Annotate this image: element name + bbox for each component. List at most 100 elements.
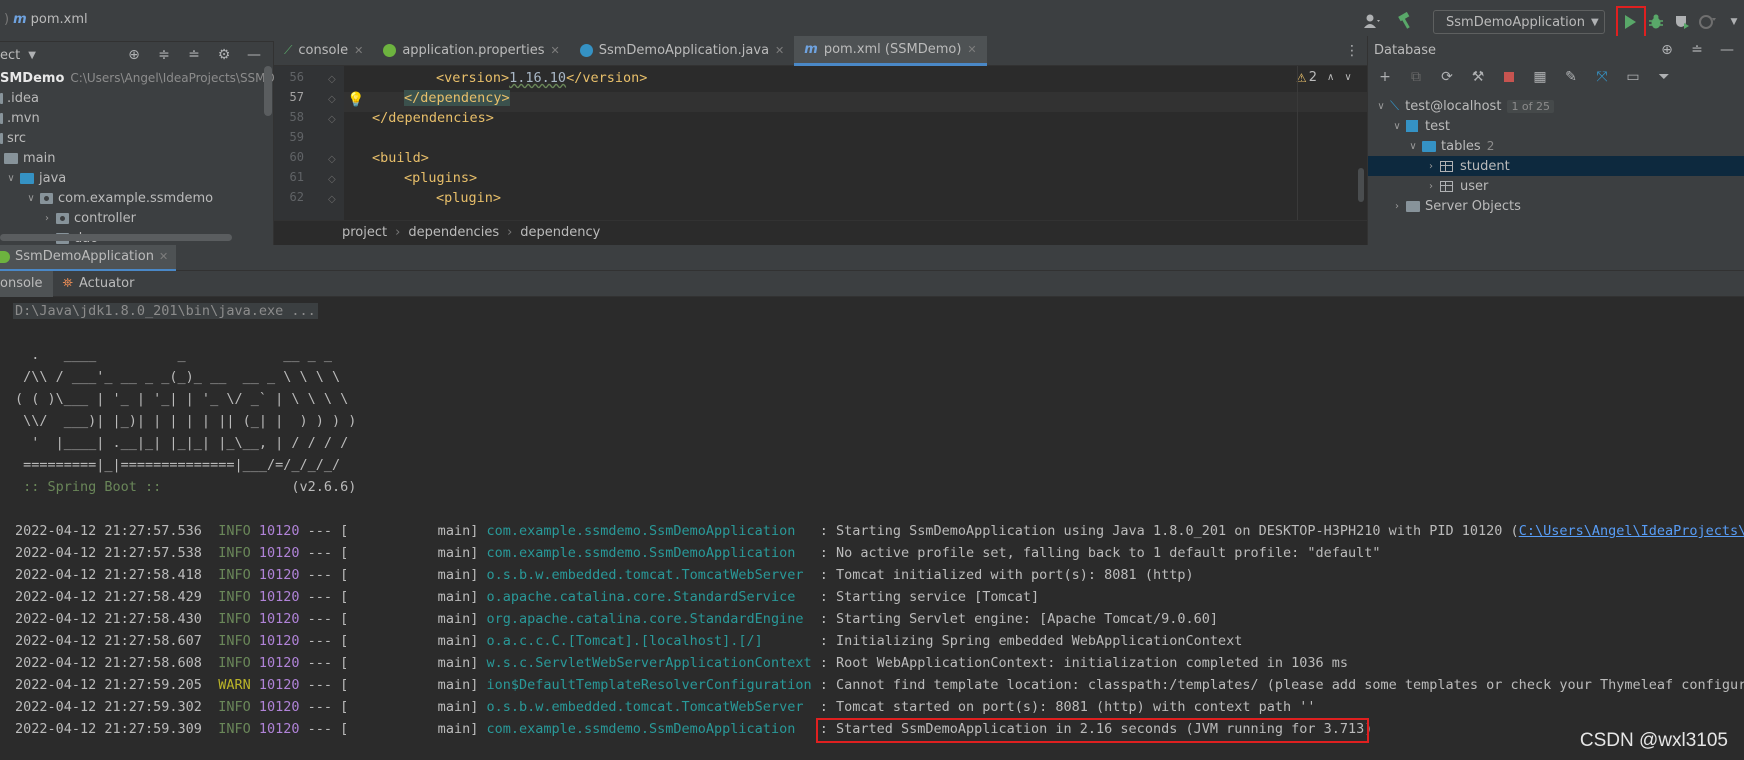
collapse-icon[interactable]: ≐ [1688, 41, 1706, 59]
minimize-icon[interactable]: — [245, 46, 263, 64]
close-icon[interactable]: ✕ [775, 44, 784, 57]
db-schema[interactable]: ∨ test [1368, 116, 1744, 136]
build-hammer-icon[interactable] [1396, 12, 1414, 30]
fold-icon[interactable]: ◇ [328, 150, 336, 170]
filter-icon[interactable]: ⏷ [1655, 68, 1673, 86]
fold-icon[interactable]: ◇ [328, 170, 336, 190]
chevron-up-icon[interactable]: ∧ [1327, 72, 1334, 83]
nav-breadcrumb[interactable]: ) m pom.xml [4, 12, 88, 27]
tab-console[interactable]: ⟋ console ✕ [274, 36, 373, 66]
db-table-student[interactable]: › student [1368, 156, 1744, 176]
fold-icon[interactable]: ◇ [328, 90, 336, 110]
add-icon[interactable]: + [1376, 68, 1394, 86]
chevron-down-icon[interactable]: ∨ [1406, 141, 1420, 152]
close-icon[interactable]: ✕ [354, 44, 363, 57]
tree-item-package[interactable]: ∨ com.example.ssmdemo [0, 188, 273, 208]
tab-console-output[interactable]: onsole [0, 270, 53, 297]
shield-icon [1676, 16, 1689, 29]
source-folder-icon [20, 172, 34, 184]
chevron-right-icon[interactable]: › [1424, 161, 1438, 172]
tree-item-label: controller [74, 210, 137, 226]
tree-item-idea[interactable]: .idea [0, 88, 273, 108]
properties-icon[interactable]: ⚒ [1469, 68, 1487, 86]
refresh-icon[interactable]: ⟳ [1438, 68, 1456, 86]
tab-actuator[interactable]: ⛯ Actuator [53, 271, 145, 297]
fold-icon[interactable]: ◇ [328, 190, 336, 210]
breadcrumb-dependency[interactable]: dependency [520, 225, 600, 240]
chevron-down-icon[interactable]: ∨ [24, 193, 38, 204]
breadcrumb-dependencies[interactable]: dependencies [408, 225, 499, 240]
run-button-highlight [1616, 6, 1646, 40]
coverage-button[interactable] [1673, 13, 1691, 31]
tree-item-mvn[interactable]: .mvn [0, 108, 273, 128]
close-icon[interactable]: ✕ [551, 44, 560, 57]
maven-file-icon: m [804, 41, 818, 57]
editor-scrollbar[interactable] [1358, 168, 1364, 202]
profile-button[interactable] [1699, 13, 1717, 31]
log-link[interactable]: C:\Users\Angel\IdeaProjects\SSM [1519, 523, 1744, 539]
tab-run-ssmdemoapplication[interactable]: SsmDemoApplication ✕ [0, 244, 177, 271]
fold-icon[interactable]: ◇ [328, 70, 336, 90]
banner-line: . ____ _ __ _ _ [15, 347, 332, 363]
project-scrollbar[interactable] [264, 66, 272, 116]
project-h-scrollbar[interactable] [0, 234, 232, 241]
maven-file-icon: m [13, 12, 27, 27]
close-icon[interactable]: ✕ [967, 43, 976, 56]
project-view-label[interactable]: ect [0, 48, 20, 63]
debug-button[interactable] [1647, 13, 1665, 31]
globe-icon[interactable]: ⊕ [1658, 41, 1676, 59]
chevron-down-icon[interactable]: ∨ [1374, 101, 1388, 112]
edit-icon[interactable]: ✎ [1562, 68, 1580, 86]
line-number: 58 [289, 110, 304, 124]
jump-to-icon[interactable]: ⤧ [1593, 68, 1611, 86]
console-icon[interactable]: ▭ [1624, 68, 1642, 86]
inspection-widget[interactable]: ⚠ 2 ∧ ∨ [1296, 70, 1352, 85]
db-connection[interactable]: ∨ ⟍ test@localhost 1 of 25 [1368, 96, 1744, 116]
tab-pom-xml[interactable]: m pom.xml (SSMDemo) ✕ [794, 35, 987, 66]
run-configuration-select[interactable]: SsmDemoApplication ▼ [1433, 10, 1605, 34]
chevron-down-icon[interactable]: ∨ [1390, 121, 1404, 132]
db-table-user[interactable]: › user [1368, 176, 1744, 196]
tab-ssmdemoapplication-java[interactable]: SsmDemoApplication.java ✕ [570, 36, 795, 66]
minimize-icon[interactable]: — [1718, 41, 1736, 59]
chevron-right-icon[interactable]: › [1424, 181, 1438, 192]
chevron-down-icon[interactable]: ∨ [1344, 72, 1351, 83]
spring-boot-icon [0, 250, 10, 263]
db-tables-folder[interactable]: ∨ tables 2 [1368, 136, 1744, 156]
console-output[interactable]: D:\Java\jdk1.8.0_201\bin\java.exe ... . … [0, 297, 1744, 760]
breadcrumb-project[interactable]: project [342, 225, 387, 240]
fold-icon[interactable]: ◇ [328, 110, 336, 130]
close-icon[interactable]: ✕ [159, 250, 168, 263]
folder-icon [4, 152, 18, 164]
tree-item-java[interactable]: ∨ java [0, 168, 273, 188]
banner-line: ( ( )\___ | '_ | '_| | '_ \/ _` | \ \ \ … [15, 391, 349, 407]
more-tabs-icon[interactable]: ⋮ [1343, 42, 1361, 60]
intention-bulb-icon[interactable]: 💡 [347, 92, 364, 108]
chevron-down-icon[interactable]: ∨ [4, 173, 18, 184]
tree-item-controller[interactable]: › controller [0, 208, 273, 228]
chevron-right-icon[interactable]: › [1390, 201, 1404, 212]
project-panel: ect ▼ ⊕ ≑ ≐ ⚙ — SMDemo C:\Users\Angel\Id… [0, 42, 294, 246]
tab-application-properties[interactable]: application.properties ✕ [373, 36, 569, 66]
code-line-57: </dependency> [404, 90, 510, 106]
copy-icon[interactable]: ⧉ [1407, 68, 1425, 86]
tree-item-main[interactable]: main [0, 148, 273, 168]
stop-icon[interactable] [1500, 68, 1518, 86]
db-server-objects[interactable]: › Server Objects [1368, 196, 1744, 216]
table-editor-icon[interactable]: ▦ [1531, 68, 1549, 86]
java-command-line[interactable]: D:\Java\jdk1.8.0_201\bin\java.exe ... [13, 303, 318, 319]
user-icon[interactable] [1364, 12, 1382, 30]
tree-item-src[interactable]: src [0, 128, 273, 148]
project-root[interactable]: SMDemo C:\Users\Angel\IdeaProjects\SSMDe… [0, 68, 294, 88]
expand-all-icon[interactable]: ≑ [155, 46, 173, 64]
more-run-options-icon[interactable]: ▼ [1725, 13, 1743, 31]
db-tables-label: tables [1441, 138, 1481, 154]
locate-target-icon[interactable]: ⊕ [125, 46, 143, 64]
line-number: 59 [289, 130, 304, 144]
tab-label: application.properties [402, 43, 545, 58]
datasource-icon: ⟍ [1390, 98, 1400, 114]
gear-icon[interactable]: ⚙ [215, 46, 233, 64]
chevron-down-icon[interactable]: ▼ [28, 50, 36, 61]
chevron-right-icon[interactable]: › [40, 213, 54, 224]
collapse-all-icon[interactable]: ≐ [185, 46, 203, 64]
